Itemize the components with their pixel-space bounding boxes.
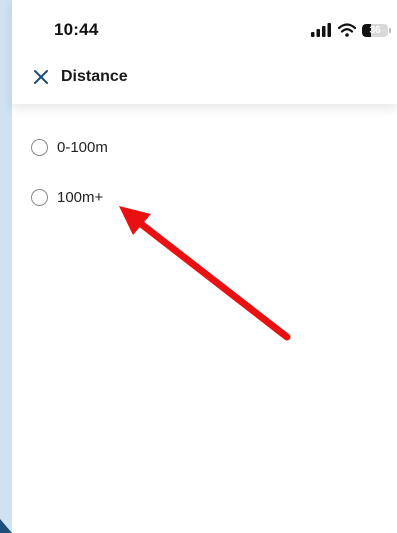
battery-text: 36 — [369, 24, 381, 36]
status-time: 10:44 — [54, 20, 99, 39]
signal-icon — [311, 23, 331, 37]
distance-options: 0-100m 100m+ — [12, 104, 397, 212]
status-icons: 36 — [310, 22, 391, 38]
nav-row: Distance — [12, 62, 397, 92]
page-title: Distance — [61, 68, 128, 85]
option-label: 0-100m — [57, 138, 108, 156]
close-button[interactable] — [27, 63, 55, 91]
option-100m-plus[interactable]: 100m+ — [31, 182, 231, 212]
radio-button[interactable] — [31, 138, 48, 156]
option-label: 100m+ — [57, 188, 104, 206]
close-icon — [34, 70, 48, 84]
corner-accent — [0, 519, 12, 533]
header: 10:44 36 Distance — [12, 0, 397, 104]
phone-screen: 10:44 36 Distance 0-100m 100m+ — [12, 0, 397, 533]
wifi-icon — [338, 23, 356, 37]
screenshot-stage: 10:44 36 Distance 0-100m 100m+ — [0, 0, 397, 533]
radio-button[interactable] — [31, 188, 48, 206]
status-bar: 10:44 36 — [12, 0, 397, 60]
battery-tip — [389, 27, 391, 33]
battery-icon: 36 — [362, 23, 388, 37]
option-0-100m[interactable]: 0-100m — [31, 132, 231, 162]
